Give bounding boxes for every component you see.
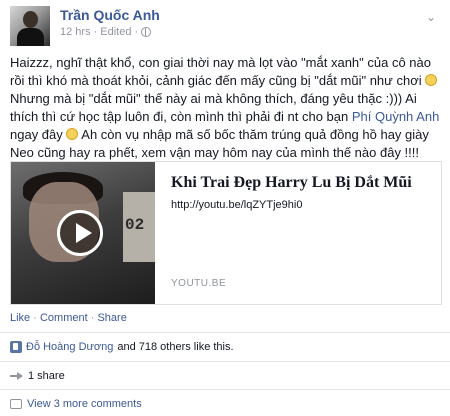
likes-summary: Đỗ Hoàng Dương and 718 others like this. [10,341,234,353]
divider [0,389,450,390]
like-button[interactable]: Like [10,312,30,324]
chevron-down-icon[interactable]: ⌄ [426,10,436,24]
post-actions: Like · Comment · Share [10,312,127,324]
liker-name[interactable]: Đỗ Hoàng Dương [26,341,113,353]
meta-separator: · [134,26,139,38]
shares-summary: 1 share [10,370,65,382]
link-url[interactable]: http://youtu.be/lqZYTje9hi0 [171,199,302,211]
emoji-icon [425,74,438,86]
post-body-part: ngay đây [10,127,67,142]
link-preview-card[interactable]: 02 Khi Trai Đẹp Harry Lu Bị Dắt Mũi http… [10,161,442,305]
view-more-comments-link[interactable]: View 3 more comments [27,398,142,410]
share-button[interactable]: Share [97,312,126,324]
thumbs-up-icon [10,341,22,353]
edited-link[interactable]: Edited [100,26,131,38]
post-body-part: Haizzz, nghĩ thật khổ, con giai thời nay… [10,55,431,88]
avatar-head [23,11,38,28]
post-body: Haizzz, nghĩ thật khổ, con giai thời nay… [10,54,442,162]
post-header: Trần Quốc Anh 12 hrs · Edited · ⌄ [10,4,440,48]
action-separator: · [90,312,95,324]
avatar[interactable] [10,6,50,46]
mention-link[interactable]: Phí Quỳnh Anh [352,109,439,124]
emoji-icon [66,128,79,140]
video-thumbnail[interactable]: 02 [11,162,155,304]
link-domain: YOUTU.BE [171,278,227,289]
divider [0,332,450,333]
shares-count[interactable]: 1 share [28,370,65,382]
comment-button[interactable]: Comment [40,312,88,324]
share-arrow-icon [10,371,23,381]
thumbnail-sign-text: 02 [125,216,145,234]
likes-count-text[interactable]: and 718 others like this. [117,341,233,353]
comments-summary: View 3 more comments [10,398,142,410]
post-meta: 12 hrs · Edited · [60,26,152,38]
play-icon[interactable] [57,210,103,256]
link-title[interactable]: Khi Trai Đẹp Harry Lu Bị Dắt Mũi [171,174,433,192]
globe-icon[interactable] [141,27,152,37]
action-separator: · [33,312,37,324]
author-name[interactable]: Trần Quốc Anh [60,7,160,23]
divider [0,361,450,362]
comment-icon [10,399,22,409]
avatar-body [17,28,44,46]
meta-separator: · [93,26,98,38]
post-time[interactable]: 12 hrs [60,26,91,38]
facebook-post: Trần Quốc Anh 12 hrs · Edited · ⌄ Haizzz… [0,0,450,416]
